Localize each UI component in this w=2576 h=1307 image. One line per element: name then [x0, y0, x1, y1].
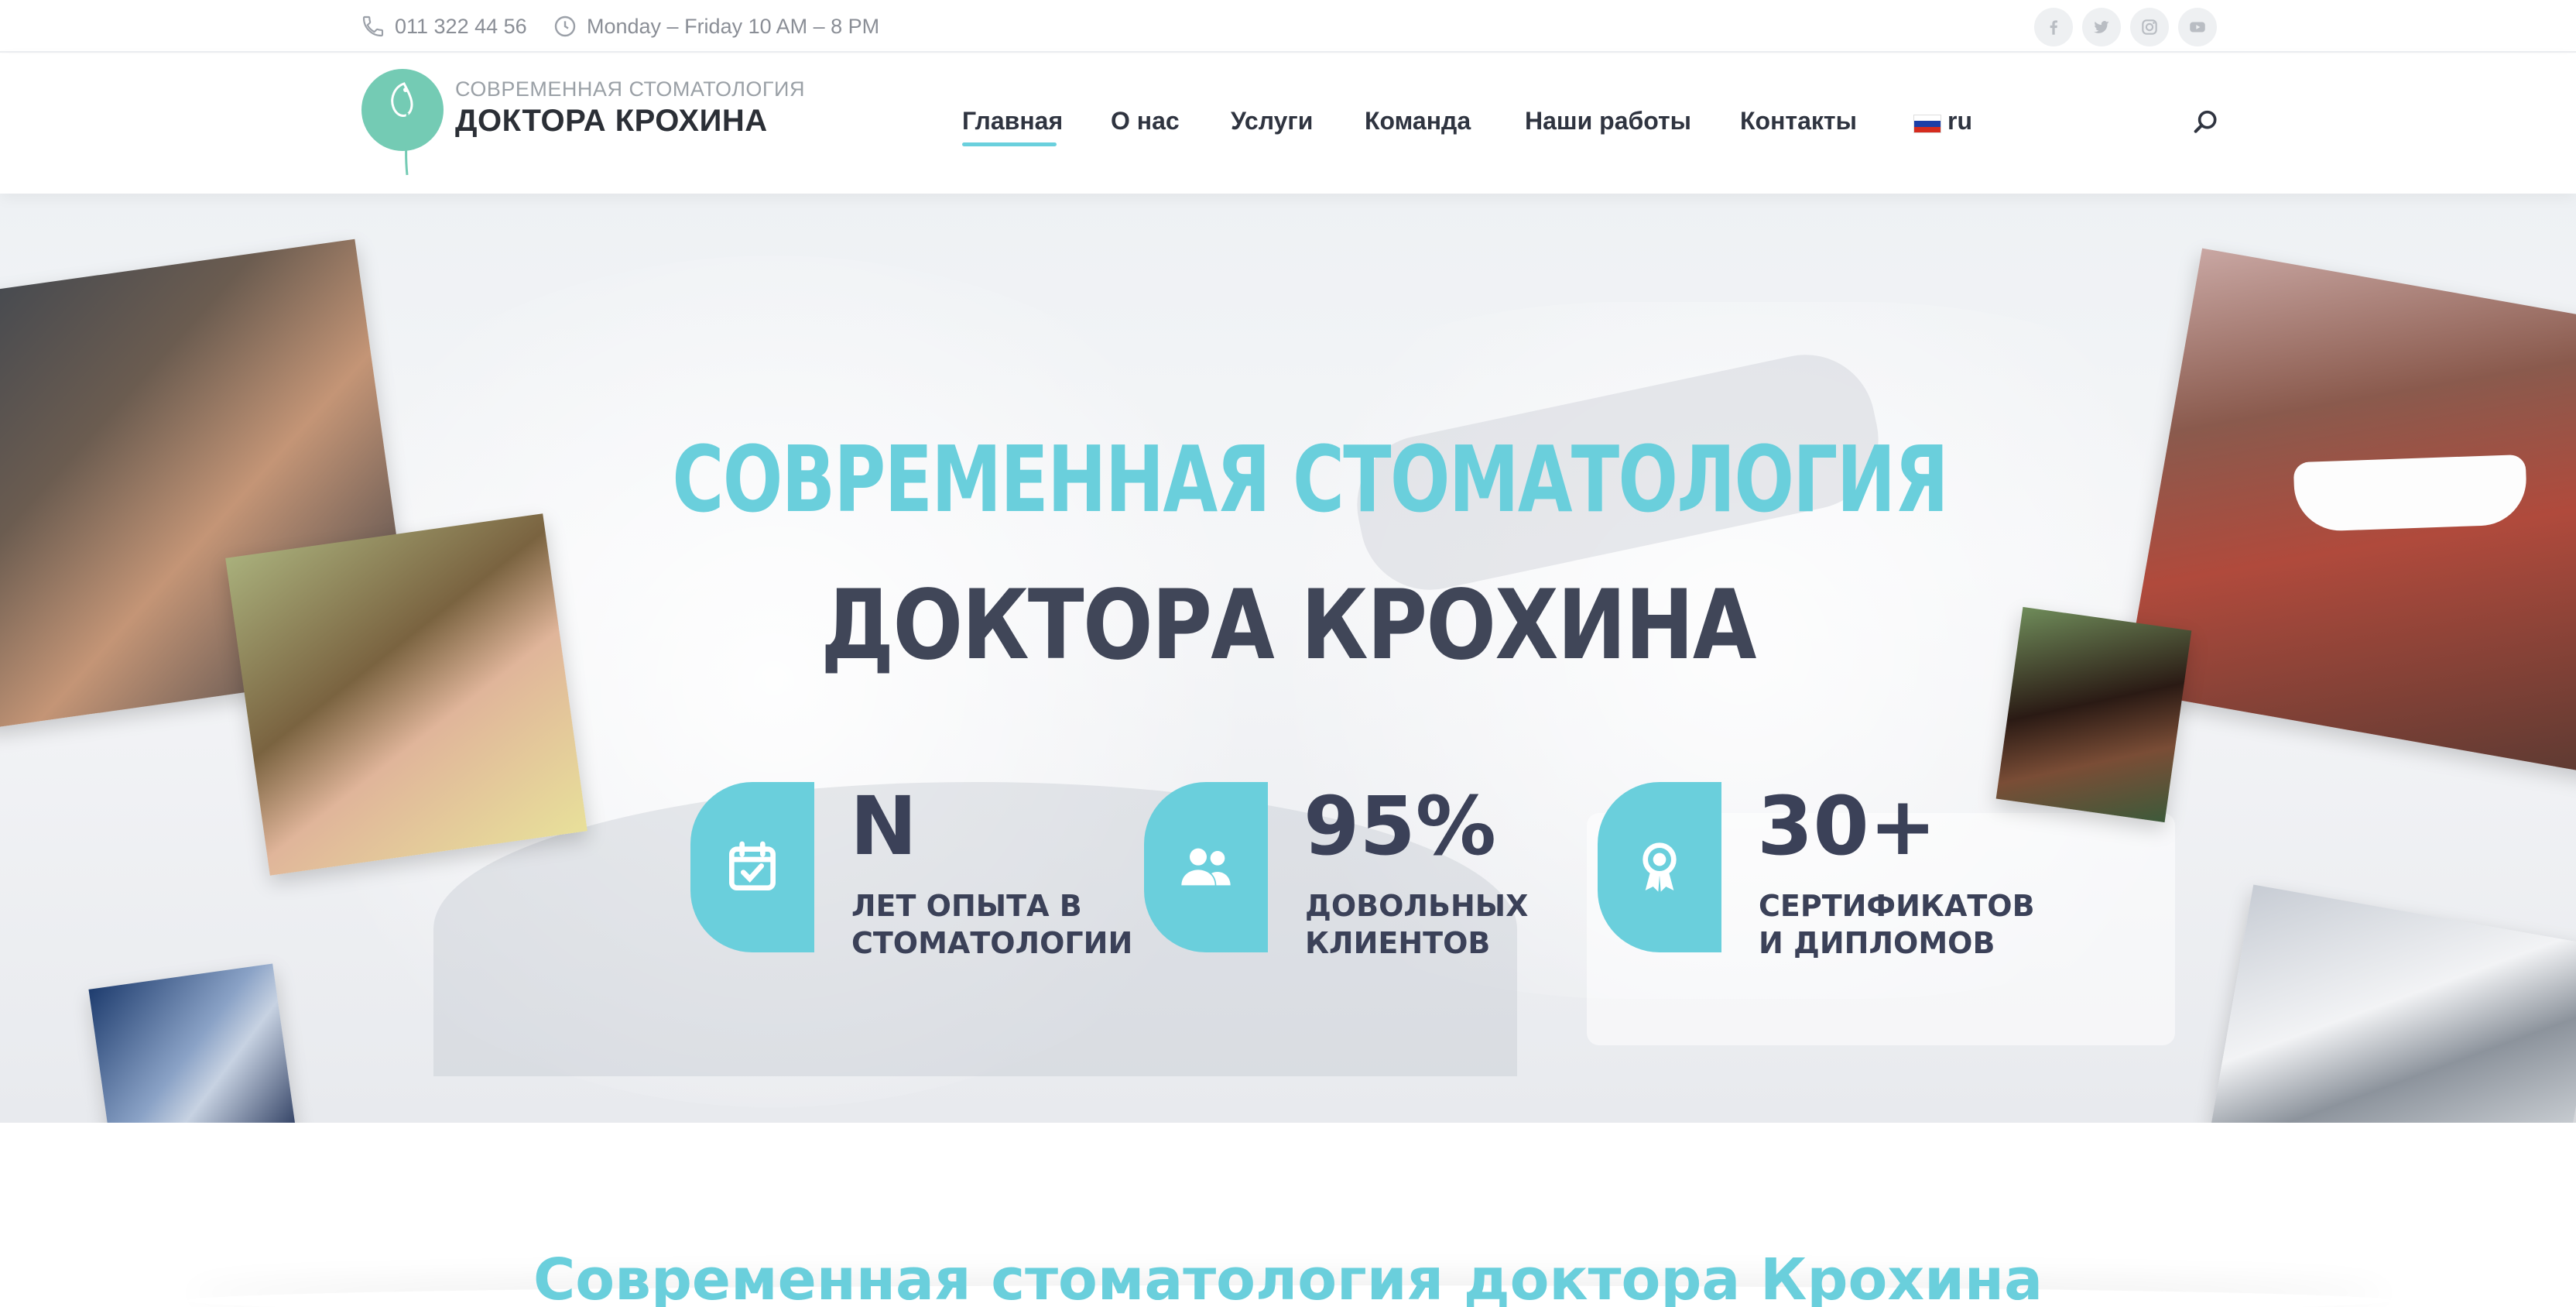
phone-number: 011 322 44 56 — [395, 14, 527, 38]
hours-text: Monday – Friday 10 AM – 8 PM — [587, 14, 880, 38]
stat-icon-box — [690, 782, 814, 952]
stat-label-line2: КЛИЕНТОВ — [1305, 926, 1491, 960]
nav-item-works[interactable]: Наши работы — [1525, 107, 1691, 136]
calendar-check-icon — [729, 841, 776, 890]
stat-label: СЕРТИФИКАТОВ И ДИПЛОМОВ — [1759, 887, 2035, 962]
photo-smiling-woman — [225, 513, 587, 876]
logo-title: ДОКТОРА КРОХИНА — [455, 104, 768, 138]
logo-subtitle: СОВРЕМЕННАЯ СТОМАТОЛОГИЯ — [455, 77, 805, 101]
instagram-icon[interactable] — [2130, 8, 2169, 46]
main-header: СОВРЕМЕННАЯ СТОМАТОЛОГИЯ ДОКТОРА КРОХИНА… — [0, 54, 2576, 194]
phone-contact[interactable]: 011 322 44 56 — [361, 0, 527, 53]
users-icon — [1181, 848, 1231, 886]
hero-section: СОВРЕМЕННАЯ СТОМАТОЛОГИЯ ДОКТОРА КРОХИНА… — [0, 194, 2576, 1123]
stat-label-line2: СТОМАТОЛОГИИ — [851, 926, 1133, 960]
section-title: Современная стоматология доктора Крохина — [533, 1247, 2043, 1307]
nav-item-about[interactable]: О нас — [1111, 107, 1180, 136]
stat-label-line1: ДОВОЛЬНЫХ — [1305, 889, 1529, 923]
facebook-icon[interactable] — [2034, 8, 2073, 46]
nav-item-home[interactable]: Главная — [962, 107, 1063, 136]
stat-label-line1: ЛЕТ ОПЫТА В — [851, 889, 1082, 923]
stat-value: 95% — [1303, 779, 1496, 873]
stat-label-line2: И ДИПЛОМОВ — [1759, 926, 1995, 960]
nav-active-indicator — [962, 142, 1057, 146]
nav-item-contacts[interactable]: Контакты — [1740, 107, 1857, 136]
nav-item-team[interactable]: Команда — [1365, 107, 1471, 136]
award-icon — [1643, 842, 1677, 892]
logo-icon — [361, 69, 444, 176]
photo-dental-tools — [2210, 884, 2576, 1123]
clock-icon — [554, 15, 576, 37]
russian-flag-icon[interactable] — [1913, 115, 1941, 133]
photo-microscope — [88, 963, 299, 1123]
stat-label: ЛЕТ ОПЫТА В СТОМАТОЛОГИИ — [851, 887, 1132, 962]
stat-icon-box — [1144, 782, 1268, 952]
stat-label-line1: СЕРТИФИКАТОВ — [1759, 889, 2035, 923]
stat-value: N — [850, 779, 918, 873]
working-hours: Monday – Friday 10 AM – 8 PM — [553, 0, 879, 53]
hero-title-line1: СОВРЕМЕННАЯ СТОМАТОЛОГИЯ — [672, 426, 1948, 533]
language-switcher[interactable]: ru — [1947, 107, 1972, 136]
phone-icon — [362, 15, 384, 37]
stat-value: 30+ — [1757, 779, 1937, 873]
top-bar: 011 322 44 56 Monday – Friday 10 AM – 8 … — [0, 0, 2576, 53]
hero-title-line2: ДОКТОРА КРОХИНА — [820, 570, 1756, 681]
stat-label: ДОВОЛЬНЫХ КЛИЕНТОВ — [1305, 887, 1528, 962]
youtube-icon[interactable] — [2178, 8, 2217, 46]
twitter-icon[interactable] — [2082, 8, 2121, 46]
stat-icon-box — [1598, 782, 1721, 952]
search-icon[interactable] — [2191, 107, 2221, 138]
nav-item-services[interactable]: Услуги — [1231, 107, 1313, 136]
